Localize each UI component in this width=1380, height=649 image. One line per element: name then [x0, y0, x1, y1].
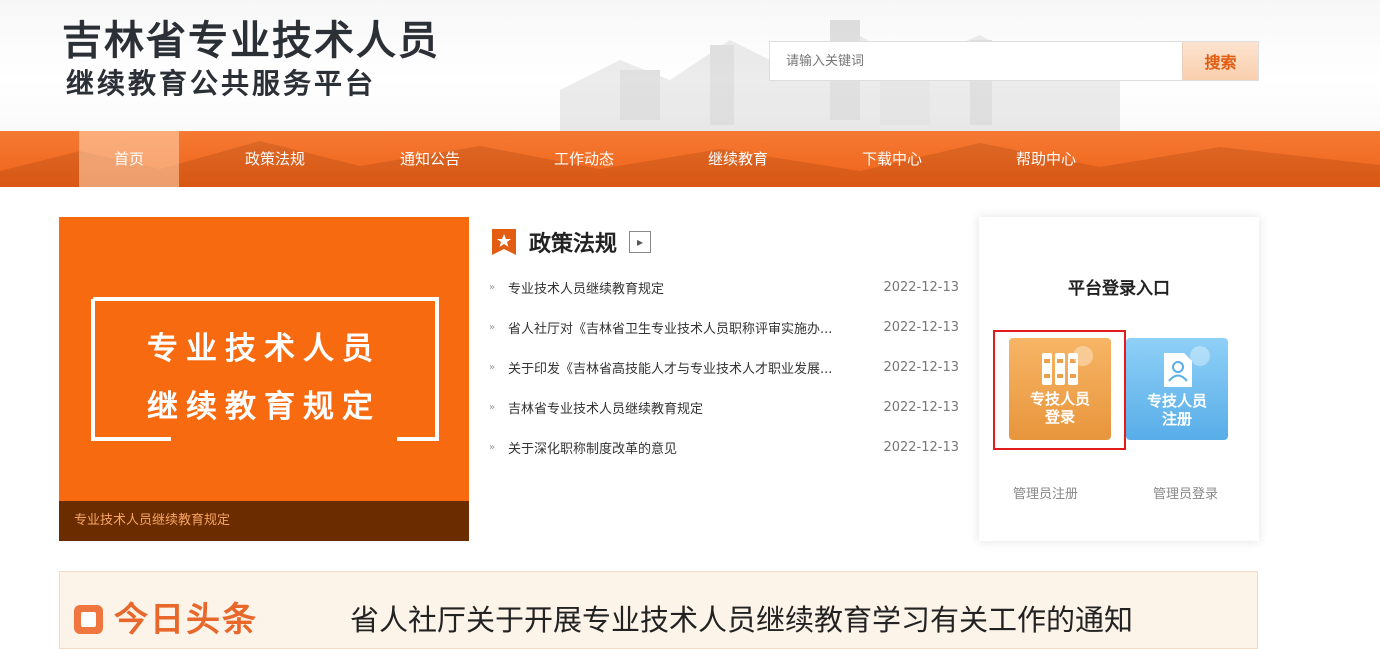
search-box: 搜索 — [769, 41, 1259, 81]
bubble-decoration — [1190, 346, 1210, 366]
staff-login-button[interactable]: 专技人员 登录 — [1009, 338, 1111, 440]
main-nav: 首页 政策法规 通知公告 工作动态 继续教育 下载中心 帮助中心 — [0, 131, 1380, 187]
banner-text-line1: 专业技术人员 — [147, 331, 381, 367]
search-button[interactable]: 搜索 — [1182, 42, 1258, 80]
news-item-date: 2022-12-13 — [883, 439, 959, 455]
news-item-title[interactable]: 专业技术人员继续教育规定 — [508, 278, 878, 297]
nav-item-policy[interactable]: 政策法规 — [225, 131, 325, 187]
list-item[interactable]: » 关于深化职称制度改革的意见 2022-12-13 — [489, 427, 959, 467]
banner-slide[interactable]: 专业技术人员 继续教育规定 专业技术人员继续教育规定 — [59, 217, 469, 541]
chevron-right-icon[interactable]: ▸ — [629, 231, 652, 253]
site-subtitle: 继续教育公共服务平台 — [66, 67, 377, 100]
news-item-date: 2022-12-13 — [883, 279, 959, 295]
admin-login-link[interactable]: 管理员登录 — [1153, 483, 1218, 502]
user-document-icon — [1164, 353, 1192, 387]
staff-login-label-line2: 登录 — [1044, 408, 1075, 426]
news-item-title[interactable]: 关于印发《吉林省高技能人才与专业技术人才职业发展... — [508, 358, 878, 377]
ribbon-star-icon — [492, 229, 516, 255]
bubble-decoration — [1073, 346, 1093, 366]
news-badge-icon — [74, 605, 103, 634]
news-item-date: 2022-12-13 — [883, 319, 959, 335]
staff-login-label-line1: 专技人员 — [1029, 390, 1090, 408]
admin-register-link[interactable]: 管理员注册 — [1013, 483, 1078, 502]
banner-text-line2: 继续教育规定 — [147, 389, 381, 425]
headline-text[interactable]: 省人社厅关于开展专业技术人员继续教育学习有关工作的通知 — [350, 600, 1133, 640]
double-chevron-icon: » — [489, 281, 496, 293]
double-chevron-icon: » — [489, 321, 496, 333]
news-list: » 专业技术人员继续教育规定 2022-12-13 » 省人社厅对《吉林省卫生专… — [489, 267, 959, 467]
list-item[interactable]: » 省人社厅对《吉林省卫生专业技术人员职称评审实施办... 2022-12-13 — [489, 307, 959, 347]
list-item[interactable]: » 吉林省专业技术人员继续教育规定 2022-12-13 — [489, 387, 959, 427]
double-chevron-icon: » — [489, 441, 496, 453]
banner-caption[interactable]: 专业技术人员继续教育规定 — [59, 501, 469, 541]
nav-item-downloads[interactable]: 下载中心 — [842, 131, 942, 187]
list-item[interactable]: » 关于印发《吉林省高技能人才与专业技术人才职业发展... 2022-12-13 — [489, 347, 959, 387]
news-item-title[interactable]: 省人社厅对《吉林省卫生专业技术人员职称评审实施办... — [508, 318, 878, 337]
site-header: 吉林省专业技术人员 继续教育公共服务平台 搜索 — [0, 0, 1380, 131]
news-item-date: 2022-12-13 — [883, 399, 959, 415]
news-item-title[interactable]: 吉林省专业技术人员继续教育规定 — [508, 398, 878, 417]
nav-item-work-news[interactable]: 工作动态 — [534, 131, 634, 187]
double-chevron-icon: » — [489, 401, 496, 413]
nav-item-help[interactable]: 帮助中心 — [996, 131, 1096, 187]
staff-register-button[interactable]: 专技人员 注册 — [1126, 338, 1228, 440]
headline-label: 今日头条 — [114, 600, 258, 640]
login-panel: 平台登录入口 专技人员 登录 专技人员 注册 管理员注册 管理员登录 — [979, 217, 1259, 541]
news-item-date: 2022-12-13 — [883, 359, 959, 375]
double-chevron-icon: » — [489, 361, 496, 373]
staff-register-label-line2: 注册 — [1161, 410, 1192, 428]
news-item-title[interactable]: 关于深化职称制度改革的意见 — [508, 438, 878, 457]
news-section-title: 政策法规 — [529, 232, 618, 257]
login-panel-title: 平台登录入口 — [1068, 279, 1170, 299]
nav-item-home[interactable]: 首页 — [79, 131, 179, 187]
staff-register-label-line1: 专技人员 — [1146, 392, 1207, 410]
nav-item-notices[interactable]: 通知公告 — [380, 131, 480, 187]
headline-bar[interactable]: 今日头条 省人社厅关于开展专业技术人员继续教育学习有关工作的通知 — [59, 571, 1258, 649]
site-title: 吉林省专业技术人员 — [62, 18, 440, 64]
nav-item-education[interactable]: 继续教育 — [688, 131, 788, 187]
list-item[interactable]: » 专业技术人员继续教育规定 2022-12-13 — [489, 267, 959, 307]
news-header: 政策法规 ▸ — [489, 227, 652, 257]
search-input[interactable] — [770, 42, 1182, 80]
